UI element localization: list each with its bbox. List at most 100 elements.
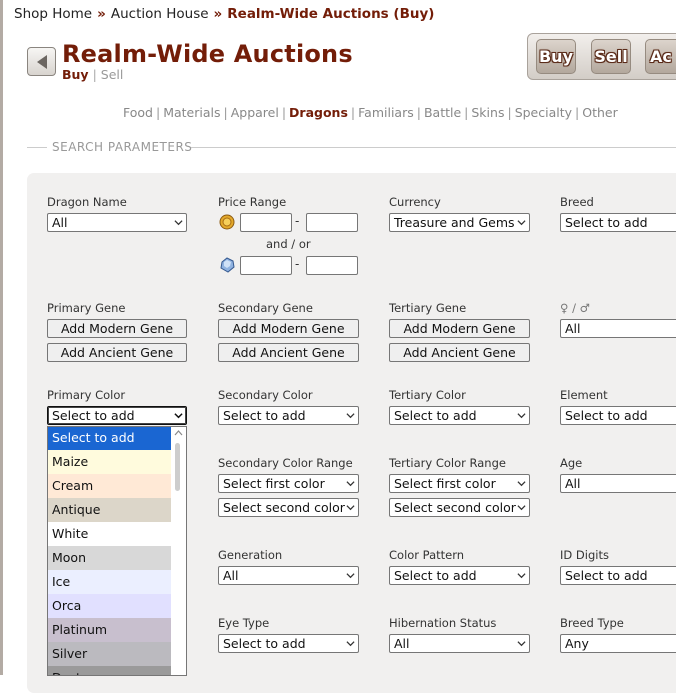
auctions-mode-label: Ac bbox=[650, 47, 672, 66]
age-select[interactable]: All bbox=[560, 474, 676, 493]
secondary-add-ancient-gene-button[interactable]: Add Ancient Gene bbox=[218, 343, 359, 362]
element-label: Element bbox=[560, 388, 608, 402]
gem-icon bbox=[220, 257, 235, 273]
primary-color-value: Select to add bbox=[52, 408, 135, 423]
subnav-separator: | bbox=[92, 67, 97, 82]
secondary-range-second-value: Select second color bbox=[223, 500, 345, 515]
dropdown-scroll-thumb[interactable] bbox=[175, 443, 180, 491]
gems-max-input[interactable] bbox=[306, 256, 358, 275]
buy-mode-button[interactable]: Buy bbox=[536, 39, 576, 74]
color-option[interactable]: Maize bbox=[48, 450, 172, 474]
primary-add-modern-gene-button[interactable]: Add Modern Gene bbox=[47, 319, 187, 338]
secondary-range-first-select[interactable]: Select first color bbox=[218, 474, 359, 493]
tertiary-range-first-value: Select first color bbox=[394, 476, 496, 491]
breadcrumb-auction-house[interactable]: Auction House bbox=[111, 6, 209, 22]
generation-label: Generation bbox=[218, 548, 283, 562]
chevron-down-icon bbox=[517, 641, 526, 647]
color-option[interactable]: Select to add bbox=[48, 427, 172, 450]
color-option[interactable]: Cream bbox=[48, 474, 172, 498]
category-apparel[interactable]: Apparel bbox=[231, 105, 279, 120]
category-materials[interactable]: Materials bbox=[163, 105, 220, 120]
secondary-color-range-label: Secondary Color Range bbox=[218, 456, 353, 470]
sell-mode-label: Sell bbox=[594, 47, 628, 66]
category-dragons[interactable]: Dragons bbox=[289, 105, 348, 120]
category-separator: | bbox=[575, 105, 580, 120]
generation-select[interactable]: All bbox=[218, 566, 359, 585]
secondary-color-value: Select to add bbox=[223, 408, 306, 423]
chevron-down-icon bbox=[517, 505, 526, 511]
category-battle[interactable]: Battle bbox=[424, 105, 461, 120]
chevron-down-icon bbox=[346, 481, 355, 487]
subnav-buy-link[interactable]: Buy bbox=[62, 67, 89, 82]
gender-select[interactable]: All bbox=[560, 319, 676, 338]
category-other[interactable]: Other bbox=[582, 105, 618, 120]
hibernation-status-select[interactable]: All bbox=[389, 634, 530, 653]
dragon-name-select[interactable]: All bbox=[47, 213, 187, 232]
color-pattern-value: Select to add bbox=[394, 568, 477, 583]
tertiary-color-range-label: Tertiary Color Range bbox=[389, 456, 506, 470]
subnav-sell-link[interactable]: Sell bbox=[101, 67, 124, 82]
color-option[interactable]: Silver bbox=[48, 642, 172, 666]
buy-sell-subnav: Buy | Sell bbox=[62, 67, 123, 82]
gender-label: ♀ / ♂ bbox=[560, 301, 590, 315]
tertiary-add-modern-gene-button[interactable]: Add Modern Gene bbox=[389, 319, 530, 338]
color-pattern-select[interactable]: Select to add bbox=[389, 566, 530, 585]
tertiary-range-second-select[interactable]: Select second color bbox=[389, 498, 530, 517]
category-skins[interactable]: Skins bbox=[471, 105, 504, 120]
primary-color-dropdown-list[interactable]: DustSilverPlatinumOrcaIceMoonWhiteAntiqu… bbox=[47, 426, 187, 676]
back-button[interactable] bbox=[27, 47, 56, 76]
chevron-down-icon bbox=[346, 413, 355, 419]
breadcrumb-shop-home[interactable]: Shop Home bbox=[14, 6, 92, 22]
age-label: Age bbox=[560, 456, 583, 470]
eye-type-select[interactable]: Select to add bbox=[218, 634, 359, 653]
secondary-add-modern-gene-button[interactable]: Add Modern Gene bbox=[218, 319, 359, 338]
breed-select[interactable]: Select to add bbox=[560, 213, 676, 232]
color-option[interactable]: Moon bbox=[48, 546, 172, 570]
category-separator: | bbox=[281, 105, 287, 120]
color-option[interactable]: Platinum bbox=[48, 618, 172, 642]
secondary-color-label: Secondary Color bbox=[218, 388, 313, 402]
dragon-name-value: All bbox=[52, 215, 68, 230]
color-option[interactable]: White bbox=[48, 522, 172, 546]
secondary-range-second-select[interactable]: Select second color bbox=[218, 498, 359, 517]
auctions-mode-button[interactable]: Ac bbox=[645, 39, 676, 74]
search-parameters-legend: SEARCH PARAMETERS bbox=[52, 140, 193, 154]
gems-min-input[interactable] bbox=[240, 256, 292, 275]
page-left-border bbox=[0, 0, 3, 675]
price-range-label: Price Range bbox=[218, 195, 287, 209]
dropdown-scrollbar[interactable] bbox=[171, 427, 186, 675]
category-familiars[interactable]: Familiars bbox=[358, 105, 414, 120]
id-digits-select[interactable]: Select to add bbox=[560, 566, 676, 585]
tertiary-color-select[interactable]: Select to add bbox=[389, 406, 530, 425]
color-option[interactable]: Ice bbox=[48, 570, 172, 594]
category-food[interactable]: Food bbox=[123, 105, 153, 120]
category-separator: | bbox=[464, 105, 469, 120]
sell-mode-button[interactable]: Sell bbox=[591, 39, 631, 74]
tertiary-add-ancient-gene-button[interactable]: Add Ancient Gene bbox=[389, 343, 530, 362]
element-select[interactable]: Select to add bbox=[560, 406, 676, 425]
breadcrumb-separator: » bbox=[213, 6, 223, 22]
breadcrumb-separator: » bbox=[97, 6, 106, 22]
treasure-max-input[interactable] bbox=[306, 213, 358, 232]
primary-color-select[interactable]: Select to add bbox=[47, 406, 187, 425]
auction-mode-toolbar: Buy Sell Ac bbox=[527, 33, 676, 80]
back-arrow-icon bbox=[36, 54, 47, 69]
dragon-name-label: Dragon Name bbox=[47, 195, 127, 209]
currency-select[interactable]: Treasure and Gems bbox=[389, 213, 530, 232]
primary-add-ancient-gene-button[interactable]: Add Ancient Gene bbox=[47, 343, 187, 362]
breadcrumb: Shop Home» Auction House» Realm-Wide Aucti… bbox=[14, 6, 434, 22]
tertiary-range-first-select[interactable]: Select first color bbox=[389, 474, 530, 493]
breadcrumb-current: Realm-Wide Auctions (Buy) bbox=[227, 6, 435, 22]
secondary-color-select[interactable]: Select to add bbox=[218, 406, 359, 425]
category-specialty[interactable]: Specialty bbox=[515, 105, 572, 120]
primary-color-label: Primary Color bbox=[47, 388, 126, 402]
treasure-min-input[interactable] bbox=[240, 213, 292, 232]
chevron-down-icon bbox=[517, 573, 526, 579]
breed-value: Select to add bbox=[565, 215, 648, 230]
buy-mode-label: Buy bbox=[538, 47, 573, 66]
category-separator: | bbox=[416, 105, 421, 120]
color-pattern-label: Color Pattern bbox=[389, 548, 465, 562]
breed-type-select[interactable]: Any bbox=[560, 634, 676, 653]
color-option[interactable]: Antique bbox=[48, 498, 172, 522]
color-option[interactable]: Orca bbox=[48, 594, 172, 618]
